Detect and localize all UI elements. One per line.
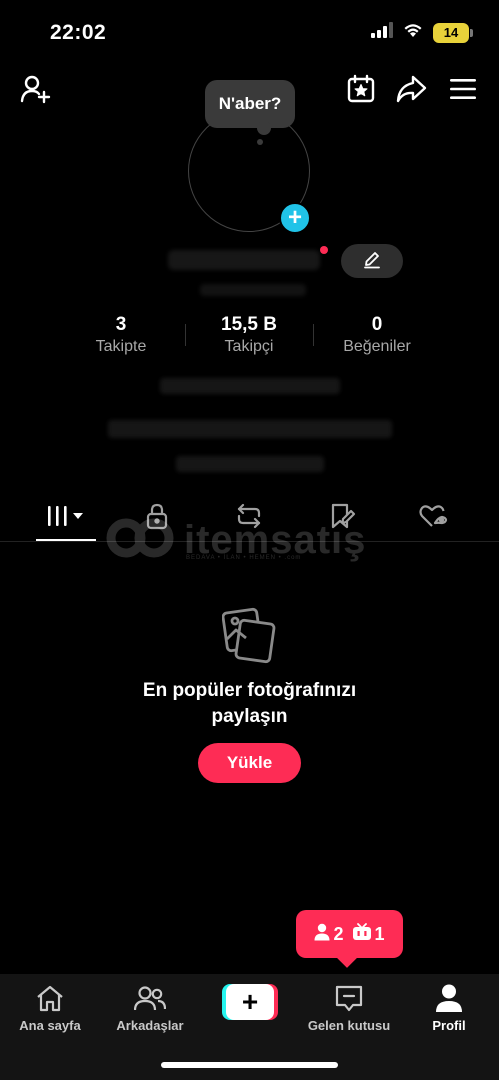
empty-state-title: En popüler fotoğrafınızı paylaşın bbox=[0, 678, 499, 730]
create-button[interactable]: + bbox=[222, 984, 278, 1020]
nav-label: Gelen kutusu bbox=[307, 1018, 391, 1033]
notification-dot bbox=[320, 246, 328, 254]
menu-icon[interactable] bbox=[446, 72, 480, 106]
share-icon[interactable] bbox=[394, 72, 428, 106]
status-icons: 14 bbox=[371, 22, 473, 43]
profile-icon bbox=[399, 982, 499, 1014]
activity-notification[interactable]: 2 1 bbox=[296, 910, 403, 958]
nav-inbox[interactable]: Gelen kutusu bbox=[299, 982, 399, 1038]
tab-videos[interactable] bbox=[22, 496, 112, 540]
signal-icon bbox=[371, 22, 393, 43]
stat-value: 0 bbox=[371, 314, 383, 335]
stat-value: 3 bbox=[115, 314, 127, 335]
followers-count: 2 bbox=[333, 923, 344, 944]
edit-profile-button[interactable] bbox=[341, 244, 403, 278]
stat-likes[interactable]: 0 Beğeniler bbox=[312, 314, 442, 356]
add-friend-icon[interactable] bbox=[18, 72, 52, 106]
blurred-bio-line bbox=[160, 378, 340, 394]
inbox-icon bbox=[299, 982, 399, 1014]
photos-icon bbox=[221, 606, 278, 664]
upload-button[interactable]: Yükle bbox=[198, 743, 301, 783]
watermark-logo-icon bbox=[104, 513, 178, 568]
watermark-subtext: BEDAVA • İLAN • HEMEN • .com bbox=[186, 555, 302, 561]
battery-icon: 14 bbox=[433, 22, 473, 43]
blurred-handle bbox=[200, 284, 306, 296]
nav-friends[interactable]: Arkadaşlar bbox=[100, 982, 200, 1038]
stat-value: 15,5 B bbox=[221, 314, 277, 335]
live-notification: 1 bbox=[352, 922, 385, 946]
status-time: 22:02 bbox=[50, 21, 107, 44]
watermark: itemsatış BEDAVA • İLAN • HEMEN • .com bbox=[104, 513, 366, 568]
nav-label: Ana sayfa bbox=[19, 1018, 81, 1033]
create-icon: + bbox=[226, 984, 274, 1020]
stat-followers[interactable]: 15,5 B Takipçi bbox=[184, 314, 314, 356]
stat-following[interactable]: 3 Takipte bbox=[56, 314, 186, 356]
wifi-icon bbox=[403, 22, 423, 43]
stat-label: Takipçi bbox=[224, 338, 274, 355]
status-bar: 22:02 14 bbox=[0, 0, 499, 64]
live-tv-icon bbox=[352, 922, 372, 946]
person-icon bbox=[314, 923, 330, 946]
calendar-star-icon[interactable] bbox=[344, 72, 378, 106]
profile-stats: 3 Takipte 15,5 B Takipçi 0 Beğeniler bbox=[0, 314, 499, 364]
empty-title-line: paylaşın bbox=[211, 706, 288, 727]
videos-grid-icon bbox=[46, 504, 88, 533]
empty-title-line: En popüler fotoğrafınızı bbox=[142, 680, 357, 701]
pencil-icon bbox=[362, 249, 382, 274]
nav-home[interactable]: Ana sayfa bbox=[0, 982, 100, 1038]
tooltip-tail-dot bbox=[257, 139, 263, 145]
tab-active-indicator bbox=[36, 539, 96, 541]
stat-label: Takipte bbox=[95, 338, 147, 355]
nav-label: Profil bbox=[432, 1018, 466, 1033]
blurred-bio-line bbox=[176, 456, 324, 472]
blurred-username bbox=[168, 250, 320, 270]
nav-profile[interactable]: Profil bbox=[399, 982, 499, 1038]
liked-icon bbox=[418, 502, 448, 535]
home-icon bbox=[0, 982, 100, 1014]
live-count: 1 bbox=[374, 923, 385, 944]
followers-notification: 2 bbox=[314, 923, 344, 946]
blurred-bio-line bbox=[108, 420, 392, 438]
nav-label: Arkadaşlar bbox=[116, 1018, 184, 1033]
status-tooltip[interactable]: N'aber? bbox=[205, 80, 295, 135]
tab-liked[interactable] bbox=[388, 496, 478, 540]
avatar-add-button[interactable]: + bbox=[279, 202, 311, 234]
stat-label: Beğeniler bbox=[343, 338, 411, 355]
home-indicator[interactable] bbox=[161, 1062, 338, 1068]
friends-icon bbox=[100, 982, 200, 1014]
